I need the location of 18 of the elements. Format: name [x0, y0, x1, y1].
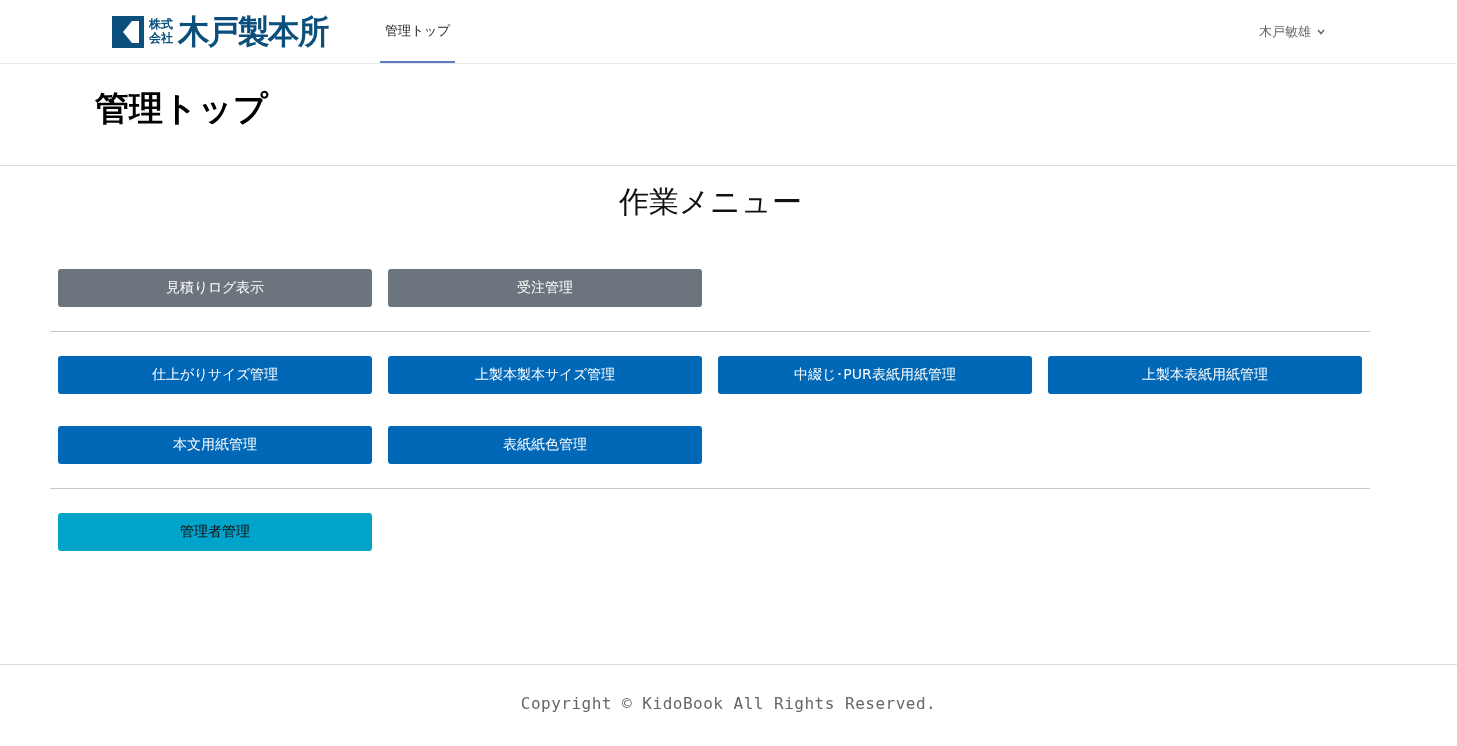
menu-button[interactable]: 仕上がりサイズ管理	[58, 356, 372, 394]
nav-link[interactable]: 管理トップ	[380, 0, 455, 63]
logo-subtitle: 株式会社	[149, 17, 173, 46]
copyright-text: Copyright © KidoBook All Rights Reserved.	[520, 693, 937, 715]
menu-button[interactable]: 上製本表紙用紙管理	[1048, 356, 1362, 394]
menu-button[interactable]: 本文用紙管理	[58, 426, 372, 464]
menu-button[interactable]: 見積りログ表示	[58, 269, 372, 307]
menu-title: 作業メニュー	[617, 183, 803, 221]
menu-button[interactable]: 中綴じ･PUR表紙用紙管理	[718, 356, 1032, 394]
menu-button[interactable]: 管理者管理	[58, 513, 372, 551]
menu-button[interactable]: 表紙紙色管理	[388, 426, 702, 464]
logo-text: 木戸製本所	[178, 10, 328, 52]
user-name[interactable]: 木戸敏雄	[1259, 22, 1311, 41]
menu-button[interactable]: 受注管理	[388, 269, 702, 307]
logo-icon	[112, 15, 144, 48]
menu-button[interactable]: 上製本製本サイズ管理	[388, 356, 702, 394]
page-title: 管理トップ	[0, 64, 1457, 166]
caret-icon[interactable]	[1317, 28, 1325, 35]
